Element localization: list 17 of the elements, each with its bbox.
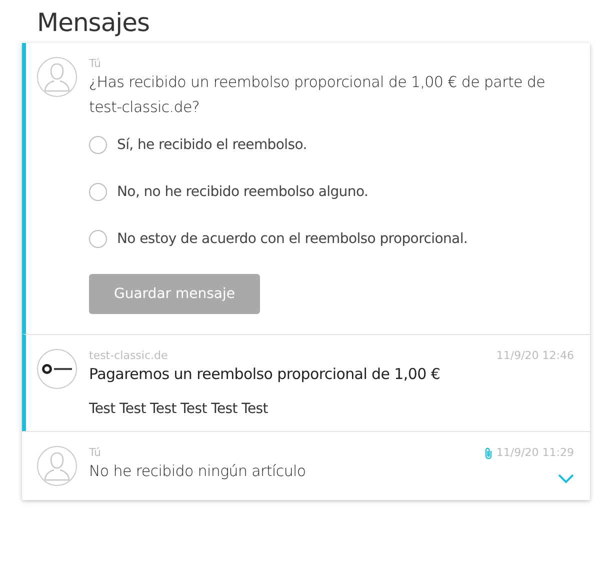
question-text: ¿Has recibido un reembolso proporcional de 1,00 € de parte de test-classic.de? [89,72,546,118]
radio-option[interactable]: Sí, he recibido el reembolso. [89,136,574,154]
chevron-down-icon[interactable] [558,474,574,484]
message-time: 11/9/20 12:46 [496,349,574,362]
sender-name: test-classic.de [89,349,168,362]
message-subject: No he recibido ningún artículo [89,461,306,482]
page-title: Mensajes [37,8,150,37]
sender-name: Tú [89,57,102,70]
message-body: Test Test Test Test Test Test [89,401,269,417]
radio-option[interactable]: No estoy de acuerdo con el reembolso proporcional. [89,230,574,248]
person-icon [44,451,70,481]
logo-icon [41,363,73,375]
sender-name: Tú [89,446,102,459]
person-icon [44,62,70,92]
radio-option[interactable]: No, no he recibido reembolso alguno. [89,183,574,201]
message-subject: Pagaremos un reembolso proporcional de 1,00 € [89,364,442,385]
message-time: 11/9/20 11:29 [496,446,574,459]
